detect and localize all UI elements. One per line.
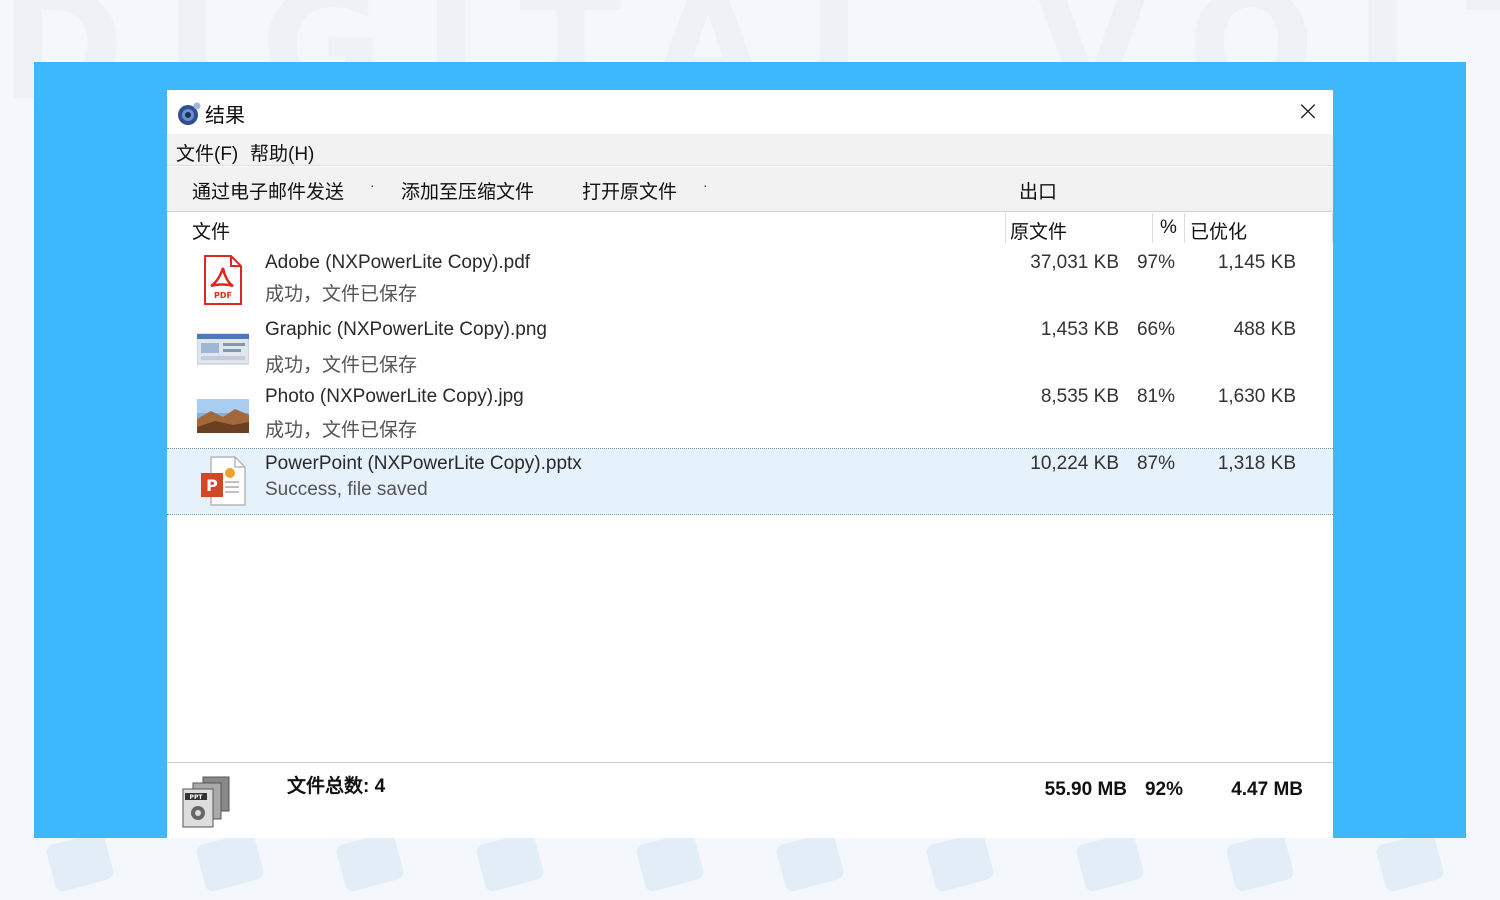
column-header: 文件 原文件 % 已优化 <box>167 213 1333 247</box>
column-separator[interactable] <box>1005 213 1006 243</box>
jpg-file-icon <box>197 399 249 433</box>
column-separator[interactable] <box>1152 213 1153 243</box>
file-stack-icon: PPT <box>182 776 230 828</box>
original-size: 8,535 KB <box>1040 386 1119 407</box>
column-file[interactable]: 文件 <box>192 217 230 244</box>
file-status: Success, file saved <box>265 479 428 500</box>
file-status: 成功，文件已保存 <box>265 420 418 441</box>
original-size: 1,453 KB <box>1040 319 1119 340</box>
column-percent[interactable]: % <box>1160 217 1177 239</box>
title-bar: 结果 × <box>167 90 1333 134</box>
original-size: 10,224 KB <box>1030 453 1119 474</box>
file-status: 成功，文件已保存 <box>265 284 418 305</box>
summary-footer: PPT 文件总数: 4 55.90 MB 92% 4.47 MB <box>167 762 1333 838</box>
table-row-selected[interactable]: P PowerPoint (NXPowerLite Copy).pptx Suc… <box>167 448 1333 515</box>
optimized-size: 488 KB <box>1233 319 1296 340</box>
pptx-file-icon: P <box>201 456 246 506</box>
reduction-percent: 66% <box>1136 319 1175 340</box>
table-row[interactable]: PDF Adobe (NXPowerLite Copy).pdf 成功，文件已保… <box>167 247 1333 314</box>
table-row[interactable]: Graphic (NXPowerLite Copy).png 成功，文件已保存 … <box>167 314 1333 381</box>
menu-bar: 文件(F) 帮助(H) <box>167 134 1333 166</box>
file-name: Graphic (NXPowerLite Copy).png <box>265 319 547 340</box>
export-button[interactable]: 出口 <box>1019 177 1057 204</box>
file-list: PDF Adobe (NXPowerLite Copy).pdf 成功，文件已保… <box>167 247 1333 763</box>
menu-help[interactable]: 帮助(H) <box>250 139 314 166</box>
svg-text:P: P <box>206 476 218 495</box>
optimized-size: 1,318 KB <box>1217 453 1296 474</box>
column-separator[interactable] <box>1184 213 1185 243</box>
window-title: 结果 <box>205 105 245 127</box>
close-button[interactable]: × <box>1293 96 1323 126</box>
reduction-percent: 97% <box>1136 252 1175 273</box>
column-optimized[interactable]: 已优化 <box>1190 217 1247 244</box>
total-original-size: 55.90 MB <box>1044 779 1127 800</box>
total-optimized-size: 4.47 MB <box>1231 779 1303 800</box>
file-name: PowerPoint (NXPowerLite Copy).pptx <box>265 453 582 474</box>
file-name: Adobe (NXPowerLite Copy).pdf <box>265 252 531 273</box>
column-original[interactable]: 原文件 <box>1010 217 1067 244</box>
open-dropdown-icon[interactable]: · <box>703 177 708 193</box>
total-files-label: 文件总数: 4 <box>287 776 386 797</box>
column-separator[interactable] <box>1332 213 1333 243</box>
app-logo-icon <box>178 102 201 125</box>
pdf-file-icon: PDF <box>204 255 242 305</box>
file-name: Photo (NXPowerLite Copy).jpg <box>265 386 524 407</box>
open-original-button[interactable]: 打开原文件 <box>582 177 677 204</box>
optimized-size: 1,630 KB <box>1217 386 1296 407</box>
svg-text:PPT: PPT <box>190 794 204 801</box>
send-email-button[interactable]: 通过电子邮件发送 <box>192 177 344 204</box>
file-status: 成功，文件已保存 <box>265 355 418 376</box>
png-file-icon <box>197 333 249 365</box>
total-reduction-percent: 92% <box>1144 779 1183 800</box>
menu-file[interactable]: 文件(F) <box>176 139 238 166</box>
original-size: 37,031 KB <box>1030 252 1119 273</box>
optimized-size: 1,145 KB <box>1217 252 1296 273</box>
reduction-percent: 81% <box>1136 386 1175 407</box>
add-to-zip-button[interactable]: 添加至压缩文件 <box>401 177 534 204</box>
toolbar: 通过电子邮件发送 · 添加至压缩文件 打开原文件 · 出口 <box>167 167 1333 212</box>
email-dropdown-icon[interactable]: · <box>370 177 375 193</box>
background-decor <box>0 831 1500 900</box>
svg-text:PDF: PDF <box>214 291 232 300</box>
results-window: 结果 × 文件(F) 帮助(H) 通过电子邮件发送 · 添加至压缩文件 打开原文… <box>167 90 1333 838</box>
table-row[interactable]: Photo (NXPowerLite Copy).jpg 成功，文件已保存 8,… <box>167 381 1333 448</box>
reduction-percent: 87% <box>1136 453 1175 474</box>
